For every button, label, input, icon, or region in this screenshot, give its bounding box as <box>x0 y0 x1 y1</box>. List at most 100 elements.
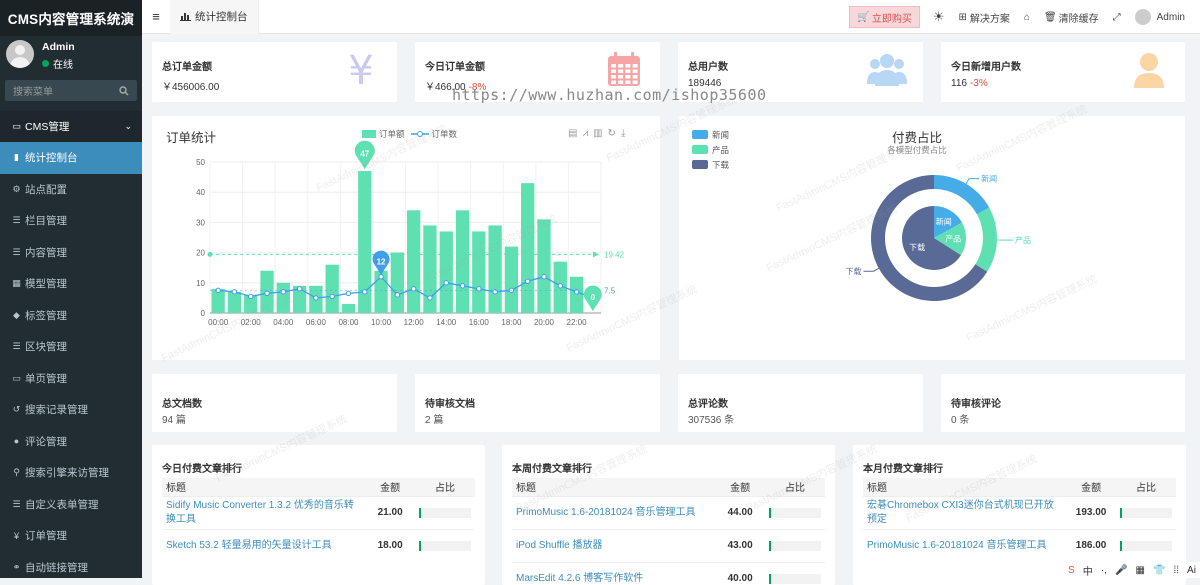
line-point[interactable] <box>249 294 253 298</box>
tray-icon[interactable]: ⁞⁞ <box>1173 565 1179 576</box>
x-tick-label: 14:00 <box>436 318 457 327</box>
trash-icon: 🗑 <box>1044 12 1057 23</box>
tray-icon[interactable]: 👕 <box>1153 565 1165 576</box>
bar[interactable] <box>228 292 241 313</box>
bar[interactable] <box>570 277 583 313</box>
doc-stat-card: 待审核文档2 篇 <box>415 374 660 432</box>
article-link[interactable]: 宏碁Chromebox CXI3迷你台式机现已开放预定 <box>863 496 1066 529</box>
ratio-cell <box>765 529 825 562</box>
sidebar-item-0[interactable]: ▮统计控制台 <box>0 142 142 174</box>
ratio-bar <box>419 541 471 551</box>
article-link[interactable]: Sketch 53.2 轻量易用的矢量设计工具 <box>162 529 365 562</box>
search-input[interactable]: 搜索菜单 <box>13 83 119 98</box>
bar[interactable] <box>342 304 355 313</box>
bar[interactable] <box>521 183 534 313</box>
buy-now-button[interactable]: 🛒立即购买 <box>849 6 919 28</box>
online-dot-icon <box>42 60 49 67</box>
line-point[interactable] <box>460 284 464 288</box>
list-icon: ☰ <box>11 499 22 510</box>
sidebar-item-1[interactable]: ⚙站点配置 <box>0 174 142 206</box>
article-link[interactable]: MarsEdit 4.2.6 博客写作软件 <box>512 562 715 585</box>
line-point[interactable] <box>558 284 562 288</box>
line-point[interactable] <box>314 296 318 300</box>
tab-dashboard[interactable]: 统计控制台 <box>170 0 259 34</box>
yen-icon: ¥ <box>11 531 22 541</box>
hamburger-icon[interactable]: ≡ <box>142 9 170 24</box>
solution-link[interactable]: ⊞解决方案 <box>952 0 1017 34</box>
line-point[interactable] <box>542 275 546 279</box>
article-link[interactable]: PrimoMusic 1.6-20181024 音乐管理工具 <box>512 496 715 529</box>
x-tick-label: 16:00 <box>469 318 490 327</box>
article-link[interactable]: PrimoMusic 1.6-20181024 音乐管理工具 <box>863 529 1066 562</box>
bar[interactable] <box>456 210 469 313</box>
x-tick-label: 08:00 <box>338 318 359 327</box>
line-point[interactable] <box>444 281 448 285</box>
theme-toggle-icon[interactable]: ☀ <box>926 0 952 34</box>
article-link[interactable]: iPod Shuffle 播放器 <box>512 529 715 562</box>
column-header: 标题 <box>162 478 365 496</box>
svg-text:47: 47 <box>360 150 369 159</box>
fullscreen-icon[interactable]: ⤢ <box>1106 0 1128 34</box>
line-point[interactable] <box>330 294 334 298</box>
order-chart: 0102030405000:0002:0004:0006:0008:0010:0… <box>152 116 660 360</box>
sidebar-item-9[interactable]: ●评论管理 <box>0 426 142 458</box>
sidebar-item-4[interactable]: ▦模型管理 <box>0 268 142 300</box>
label-line <box>864 268 879 271</box>
line-point[interactable] <box>346 291 350 295</box>
search-icon: ⚲ <box>11 467 22 478</box>
table-row: 宏碁Chromebox CXI3迷你台式机现已开放预定193.00 <box>863 496 1176 529</box>
tray-icon[interactable]: ▦ <box>1135 565 1144 576</box>
line-point[interactable] <box>379 275 383 279</box>
tray-icon[interactable]: 中 <box>1083 563 1093 578</box>
sidebar-item-13[interactable]: ⚭自动链接管理 <box>0 552 142 584</box>
max-marker-pin: 47 <box>355 141 375 169</box>
sidebar-item-3[interactable]: ☰内容管理 <box>0 237 142 269</box>
ratio-bar <box>769 508 821 518</box>
sidebar-item-12[interactable]: ¥订单管理 <box>0 520 142 552</box>
bar[interactable] <box>505 247 518 313</box>
chevron-down-icon: ⌄ <box>124 121 132 132</box>
column-header: 占比 <box>1116 478 1176 496</box>
pie-slice-outer[interactable] <box>975 208 997 272</box>
user-menu[interactable]: Admin <box>1128 0 1192 34</box>
sidebar-item-8[interactable]: ↺搜索记录管理 <box>0 394 142 426</box>
tray-icon[interactable]: 🎤 <box>1115 565 1127 576</box>
bar[interactable] <box>391 253 404 313</box>
bar[interactable] <box>440 231 453 313</box>
stat-value: 2 篇 <box>425 411 443 426</box>
tray-icon[interactable]: ·, <box>1101 565 1107 576</box>
stat-delta: -3% <box>970 78 988 89</box>
sidebar-item-7[interactable]: ▭单页管理 <box>0 363 142 395</box>
bar[interactable] <box>326 265 339 313</box>
sidebar-item-10[interactable]: ⚲搜索引擎来访管理 <box>0 457 142 489</box>
sidebar-item-5[interactable]: ◆标签管理 <box>0 300 142 332</box>
table-row: PrimoMusic 1.6-20181024 音乐管理工具44.00 <box>512 496 825 529</box>
rank-title: 本周付费文章排行 <box>512 460 592 475</box>
line-point[interactable] <box>525 279 529 283</box>
line-point[interactable] <box>395 293 399 297</box>
home-icon[interactable]: ⌂ <box>1017 0 1037 34</box>
avatar <box>1135 9 1151 25</box>
bar[interactable] <box>277 283 290 313</box>
bar[interactable] <box>537 219 550 313</box>
bar[interactable] <box>472 231 485 313</box>
bar[interactable] <box>407 210 420 313</box>
stat-label: 今日订单金额 <box>425 58 485 73</box>
sidebar-item-6[interactable]: ☰区块管理 <box>0 331 142 363</box>
tray-icon[interactable]: S <box>1068 565 1075 576</box>
rank-table: 标题金额占比宏碁Chromebox CXI3迷你台式机现已开放预定193.00P… <box>863 478 1176 562</box>
sidebar-item-2[interactable]: ☰栏目管理 <box>0 205 142 237</box>
line-point[interactable] <box>428 296 432 300</box>
clear-cache-button[interactable]: 🗑清除缓存 <box>1037 0 1106 34</box>
bar[interactable] <box>488 225 501 313</box>
tray-icon[interactable]: Ai <box>1187 565 1196 576</box>
app-logo[interactable]: CMS内容管理系统演 <box>0 0 142 36</box>
calendar-icon <box>604 50 644 90</box>
menu-group-cms[interactable]: ▭CMS管理⌄ <box>0 111 142 142</box>
sidebar-search[interactable]: 搜索菜单 <box>5 80 137 101</box>
line-point[interactable] <box>265 291 269 295</box>
sidebar-item-11[interactable]: ☰自定义表单管理 <box>0 489 142 521</box>
article-link[interactable]: Sidify Music Converter 1.3.2 优秀的音乐转换工具 <box>162 496 365 529</box>
bar-chart-icon: ▮ <box>11 152 22 163</box>
table-row: Sidify Music Converter 1.3.2 优秀的音乐转换工具21… <box>162 496 475 529</box>
